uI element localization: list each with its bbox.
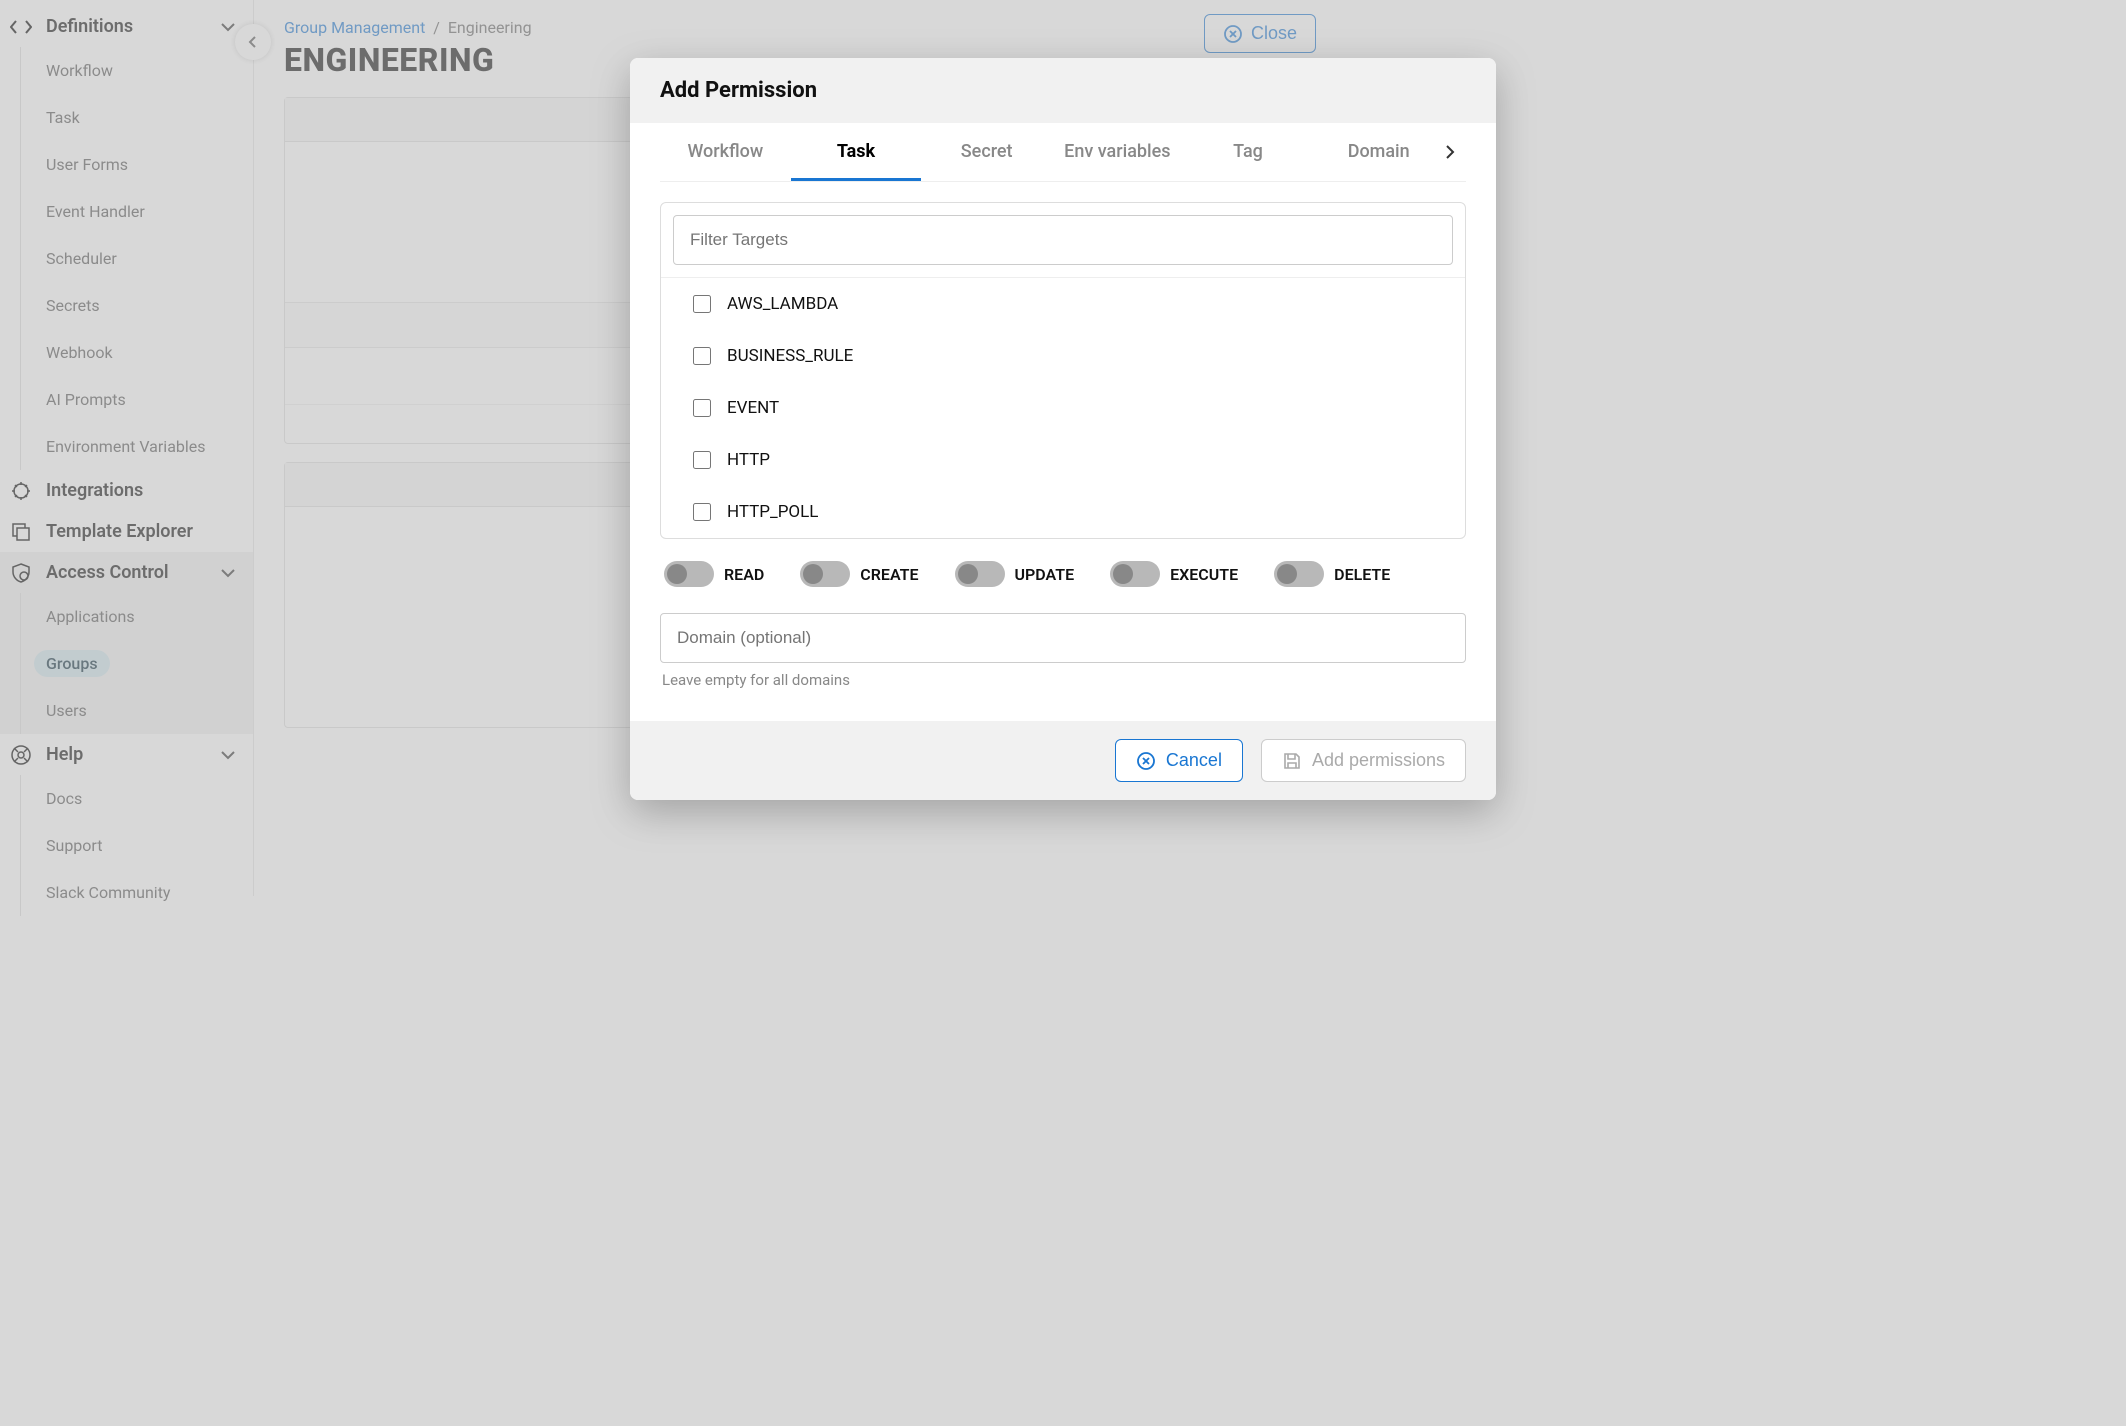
perm-read: READ <box>664 561 764 587</box>
add-permission-modal: Add Permission Workflow Task Secret Env … <box>630 58 1496 800</box>
tab-secret[interactable]: Secret <box>921 123 1052 181</box>
perm-delete: DELETE <box>1274 561 1390 587</box>
target-http[interactable]: HTTP <box>661 434 1465 486</box>
filter-targets-input[interactable] <box>673 215 1453 265</box>
toggle-create[interactable] <box>800 561 850 587</box>
target-event[interactable]: EVENT <box>661 382 1465 434</box>
chevron-right-icon <box>1444 145 1456 159</box>
modal-footer: Cancel Add permissions <box>630 721 1496 800</box>
target-checkbox[interactable] <box>693 399 711 417</box>
target-aws-lambda[interactable]: AWS_LAMBDA <box>661 278 1465 330</box>
cancel-button[interactable]: Cancel <box>1115 739 1243 782</box>
target-checkbox[interactable] <box>693 503 711 521</box>
tabs-scroll-right[interactable] <box>1444 145 1466 159</box>
target-http-poll[interactable]: HTTP_POLL <box>661 486 1465 538</box>
tab-workflow[interactable]: Workflow <box>660 123 791 181</box>
domain-hint: Leave empty for all domains <box>660 663 1466 697</box>
toggle-update[interactable] <box>955 561 1005 587</box>
close-circle-icon <box>1136 751 1156 771</box>
modal-title: Add Permission <box>630 58 1496 123</box>
tab-task[interactable]: Task <box>791 123 922 181</box>
toggle-execute[interactable] <box>1110 561 1160 587</box>
permission-toggles: READ CREATE UPDATE EXECUTE DELETE <box>660 539 1466 591</box>
target-list[interactable]: AWS_LAMBDA BUSINESS_RULE EVENT HTTP HTTP… <box>661 278 1465 538</box>
target-checkbox[interactable] <box>693 451 711 469</box>
add-permissions-button[interactable]: Add permissions <box>1261 739 1466 782</box>
tab-domain[interactable]: Domain <box>1313 123 1444 181</box>
perm-execute: EXECUTE <box>1110 561 1238 587</box>
targets-fieldset: AWS_LAMBDA BUSINESS_RULE EVENT HTTP HTTP… <box>660 202 1466 539</box>
target-checkbox[interactable] <box>693 347 711 365</box>
save-icon <box>1282 751 1302 771</box>
toggle-delete[interactable] <box>1274 561 1324 587</box>
target-business-rule[interactable]: BUSINESS_RULE <box>661 330 1465 382</box>
toggle-read[interactable] <box>664 561 714 587</box>
perm-update: UPDATE <box>955 561 1075 587</box>
modal-tabs: Workflow Task Secret Env variables Tag D… <box>660 123 1466 182</box>
perm-create: CREATE <box>800 561 918 587</box>
target-checkbox[interactable] <box>693 295 711 313</box>
domain-input[interactable] <box>660 613 1466 663</box>
tab-tag[interactable]: Tag <box>1183 123 1314 181</box>
tab-env-variables[interactable]: Env variables <box>1052 123 1183 181</box>
